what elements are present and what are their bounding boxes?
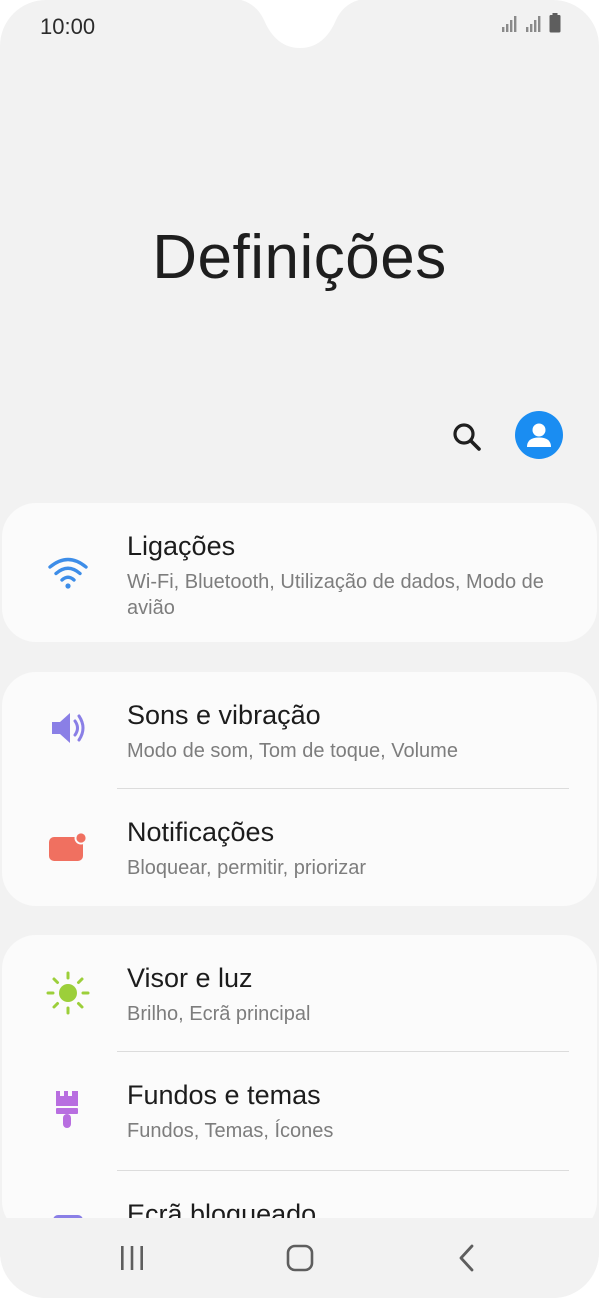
phone-screen: 10:00 Definições Ligações Wi-Fi, Bluetoo… — [0, 0, 599, 1298]
home-icon — [286, 1244, 314, 1272]
recents-icon — [121, 1246, 143, 1270]
settings-item-subtitle: Wi-Fi, Bluetooth, Utilização de dados, M… — [127, 571, 544, 619]
settings-item-subtitle: Brilho, Ecrã principal — [127, 1003, 311, 1025]
signal-icon — [525, 15, 543, 38]
battery-icon — [549, 13, 561, 38]
settings-card-sound-notifications: Sons e vibração Modo de som, Tom de toqu… — [2, 672, 597, 906]
speaker-icon — [44, 704, 92, 752]
brightness-icon — [44, 969, 92, 1017]
settings-item-title: Visor e luz — [127, 963, 253, 993]
settings-item-title: Fundos e temas — [127, 1080, 321, 1110]
signal-icon — [501, 15, 519, 38]
settings-item-subtitle: Fundos, Temas, Ícones — [127, 1120, 334, 1142]
settings-item-title: Notificações — [127, 817, 275, 847]
settings-item-subtitle: Bloquear, permitir, priorizar — [127, 857, 366, 879]
back-icon — [459, 1244, 474, 1272]
notification-icon — [44, 823, 92, 871]
camera-notch — [240, 0, 360, 48]
settings-item-title: Sons e vibração — [127, 700, 321, 730]
status-time: 10:00 — [40, 14, 96, 39]
settings-item-subtitle: Modo de som, Tom de toque, Volume — [127, 740, 458, 762]
back-button[interactable] — [437, 1238, 497, 1278]
status-icons — [501, 13, 561, 38]
wifi-icon — [44, 549, 92, 597]
settings-item-sounds[interactable]: Sons e vibração Modo de som, Tom de toqu… — [2, 672, 597, 789]
account-icon — [527, 423, 551, 447]
settings-item-connections[interactable]: Ligações Wi-Fi, Bluetooth, Utilização de… — [2, 503, 597, 642]
settings-card-display: Visor e luz Brilho, Ecrã principal Fundo… — [2, 935, 597, 1235]
page-title: Definições — [152, 223, 447, 292]
home-button[interactable] — [270, 1238, 330, 1278]
navigation-bar — [0, 1218, 599, 1298]
settings-item-notifications[interactable]: Notificações Bloquear, permitir, prioriz… — [2, 789, 597, 906]
search-button[interactable] — [448, 418, 486, 456]
profile-button[interactable] — [515, 411, 563, 459]
settings-card-connections: Ligações Wi-Fi, Bluetooth, Utilização de… — [2, 503, 597, 642]
settings-item-wallpapers[interactable]: Fundos e temas Fundos, Temas, Ícones — [2, 1052, 597, 1171]
settings-item-title: Ligações — [127, 531, 236, 561]
search-icon — [453, 423, 481, 451]
settings-item-display[interactable]: Visor e luz Brilho, Ecrã principal — [2, 935, 597, 1052]
paintbrush-icon — [44, 1086, 92, 1134]
recents-button[interactable] — [102, 1238, 162, 1278]
